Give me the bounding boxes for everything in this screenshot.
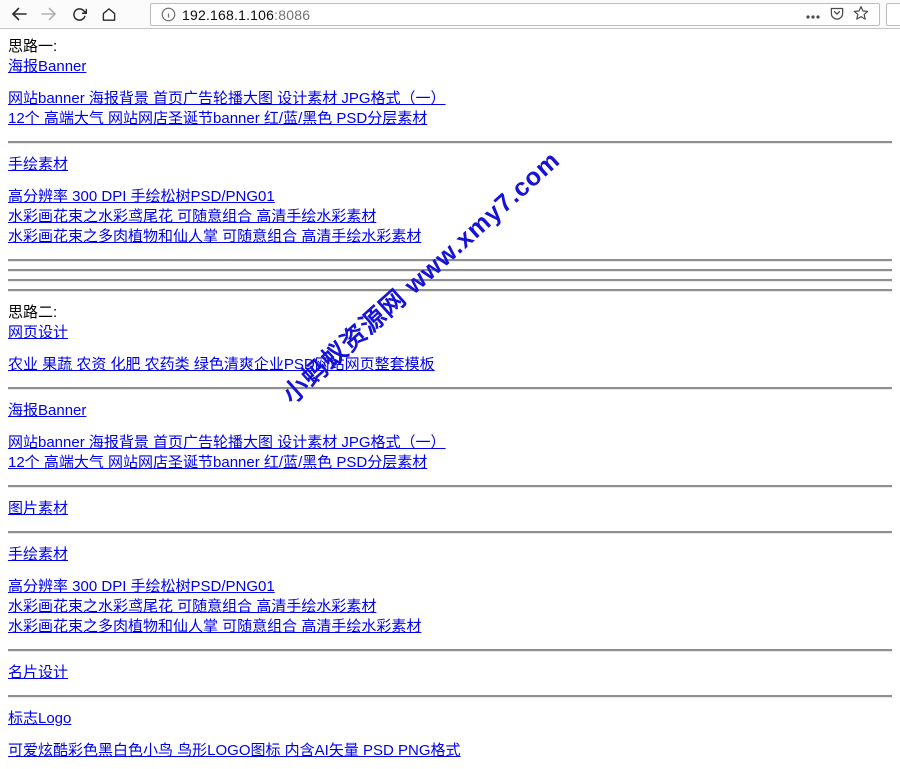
content-link[interactable]: 12个 高端大气 网站网店圣诞节banner 红/蓝/黑色 PSD分层素材	[8, 454, 427, 471]
static-text: 思路一:	[8, 38, 57, 55]
info-circle-icon[interactable]	[161, 7, 176, 22]
content-link[interactable]: 水彩画花束之多肉植物和仙人掌 可随意组合 高清手绘水彩素材	[8, 228, 421, 245]
back-arrow-icon	[11, 7, 27, 21]
content-link[interactable]: 海报Banner	[8, 58, 86, 75]
content-link[interactable]: 网页设计	[8, 324, 68, 341]
content-link[interactable]: 水彩画花束之水彩鸢尾花 可随意组合 高清手绘水彩素材	[8, 208, 376, 225]
forward-button[interactable]	[34, 1, 64, 27]
url-host: 192.168.1.106	[182, 7, 274, 23]
static-text: 思路二:	[8, 304, 57, 321]
home-button[interactable]	[94, 1, 124, 27]
content-link[interactable]: 水彩画花束之多肉植物和仙人掌 可随意组合 高清手绘水彩素材	[8, 618, 421, 635]
paragraph: 思路二: 网页设计	[8, 303, 892, 343]
content-link[interactable]: 水彩画花束之水彩鸢尾花 可随意组合 高清手绘水彩素材	[8, 598, 376, 615]
content-link[interactable]: 标志Logo	[8, 710, 71, 727]
link-list: 思路一: 海报Banner 网站banner 海报背景 首页广告轮播大图 设计素材 …	[8, 37, 892, 761]
divider	[8, 269, 892, 271]
browser-toolbar: 192.168.1.106:8086	[0, 0, 900, 29]
reload-button[interactable]	[64, 1, 94, 27]
address-bar[interactable]: 192.168.1.106:8086	[150, 3, 880, 26]
paragraph: 网站banner 海报背景 首页广告轮播大图 设计素材 JPG格式（一） 12个…	[8, 89, 892, 129]
divider	[8, 259, 892, 261]
content-link[interactable]: 手绘素材	[8, 546, 68, 563]
star-icon	[853, 5, 869, 24]
reload-icon	[72, 7, 87, 22]
content-link[interactable]: 高分辨率 300 DPI 手绘松树PSD/PNG01	[8, 188, 275, 205]
divider	[8, 649, 892, 651]
divider	[8, 387, 892, 389]
paragraph: 农业 果蔬 农资 化肥 农药类 绿色清爽企业PSD网站网页整套模板	[8, 355, 892, 375]
paragraph: 网站banner 海报背景 首页广告轮播大图 设计素材 JPG格式（一） 12个…	[8, 433, 892, 473]
content-link[interactable]: 农业 果蔬 农资 化肥 农药类 绿色清爽企业PSD网站网页整套模板	[8, 356, 435, 373]
content-link[interactable]: 高分辨率 300 DPI 手绘松树PSD/PNG01	[8, 578, 275, 595]
paragraph: 思路一: 海报Banner	[8, 37, 892, 77]
content-link[interactable]: 海报Banner	[8, 402, 86, 419]
content-link[interactable]: 网站banner 海报背景 首页广告轮播大图 设计素材 JPG格式（一）	[8, 90, 446, 107]
content-link[interactable]: 可爱炫酷彩色黑白色小鸟 鸟形LOGO图标 内含AI矢量 PSD PNG格式	[8, 742, 461, 759]
paragraph: 名片设计	[8, 663, 892, 683]
paragraph: 标志Logo	[8, 709, 892, 729]
paragraph: 图片素材	[8, 499, 892, 519]
forward-arrow-icon	[41, 7, 57, 21]
paragraph: 手绘素材	[8, 155, 892, 175]
paragraph: 可爱炫酷彩色黑白色小鸟 鸟形LOGO图标 内含AI矢量 PSD PNG格式	[8, 741, 892, 761]
paragraph: 手绘素材	[8, 545, 892, 565]
divider	[8, 485, 892, 487]
divider	[8, 279, 892, 281]
paragraph: 高分辨率 300 DPI 手绘松树PSD/PNG01 水彩画花束之水彩鸢尾花 可随…	[8, 187, 892, 247]
divider	[8, 289, 892, 291]
back-button[interactable]	[4, 1, 34, 27]
url-port: :8086	[274, 7, 310, 23]
divider	[8, 695, 892, 697]
content-link[interactable]: 12个 高端大气 网站网店圣诞节banner 红/蓝/黑色 PSD分层素材	[8, 110, 427, 127]
page-actions-button[interactable]	[801, 4, 825, 26]
divider	[8, 141, 892, 143]
url-text[interactable]: 192.168.1.106:8086	[182, 7, 310, 23]
paragraph: 高分辨率 300 DPI 手绘松树PSD/PNG01 水彩画花束之水彩鸢尾花 可随…	[8, 577, 892, 637]
three-dots-icon	[806, 7, 820, 22]
divider	[8, 531, 892, 533]
content-link[interactable]: 名片设计	[8, 664, 68, 681]
content-link[interactable]: 图片素材	[8, 500, 68, 517]
partial-toolbar-item	[886, 3, 900, 26]
paragraph: 海报Banner	[8, 401, 892, 421]
page-content: 思路一: 海报Banner 网站banner 海报背景 首页广告轮播大图 设计素材 …	[0, 29, 900, 769]
pocket-icon	[829, 6, 845, 24]
content-link[interactable]: 手绘素材	[8, 156, 68, 173]
pocket-button[interactable]	[825, 4, 849, 26]
content-link[interactable]: 网站banner 海报背景 首页广告轮播大图 设计素材 JPG格式（一）	[8, 434, 446, 451]
home-icon	[101, 7, 117, 22]
bookmark-star-button[interactable]	[849, 4, 873, 26]
